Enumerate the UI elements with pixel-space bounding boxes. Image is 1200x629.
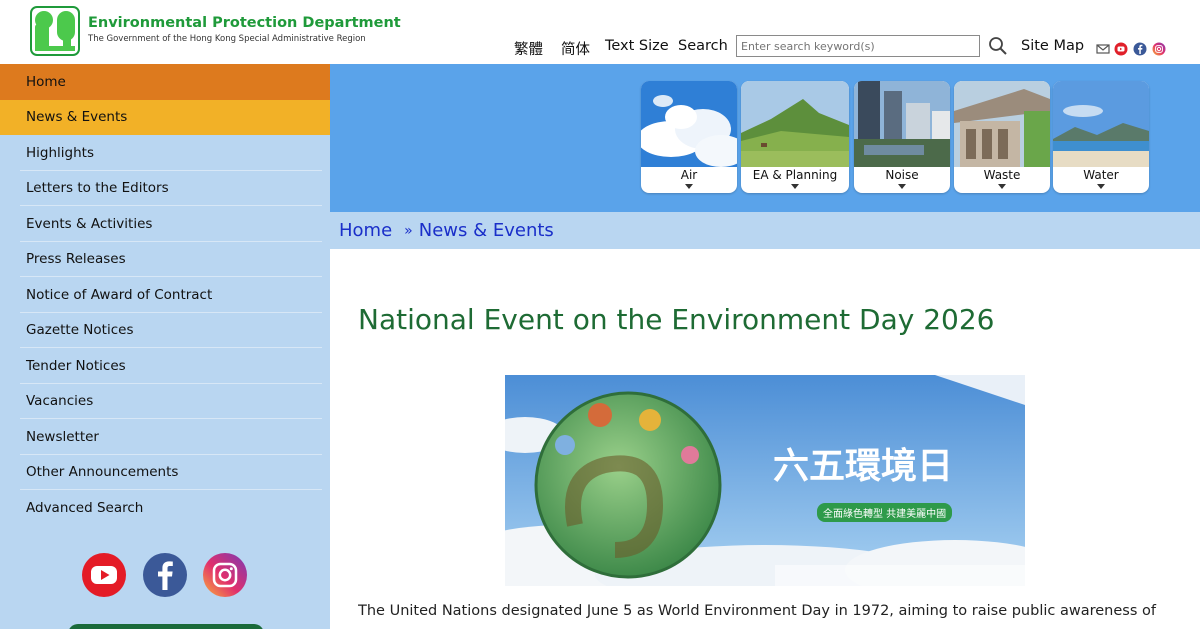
search-input[interactable] [736,35,980,57]
article-paragraph: The United Nations designated June 5 as … [358,603,1156,619]
breadcrumb-home[interactable]: Home [339,220,392,241]
sidebar-item-newsletter[interactable]: Newsletter [0,419,330,455]
sidebar-item-label: Letters to the Editors [26,180,169,197]
simplified-chinese-link[interactable]: 简体 [561,38,590,59]
water-image [1053,81,1149,167]
green-button-edge[interactable] [68,624,264,629]
poster-heading: 六五環境日 [773,445,954,487]
chevron-down-icon [898,184,906,189]
tile-air[interactable]: Air [641,81,737,193]
tile-waste[interactable]: Waste [954,81,1050,193]
tile-ea-planning[interactable]: EA & Planning [741,81,849,193]
breadcrumb-separator: » [404,222,413,239]
tile-label: Noise [885,168,919,182]
tile-label: EA & Planning [752,168,838,182]
ea-planning-image [741,81,849,167]
sidebar-item-letters-to-editors[interactable]: Letters to the Editors [0,171,330,206]
site-map-link[interactable]: Site Map [1021,38,1084,54]
sidebar-item-events-activities[interactable]: Events & Activities [0,206,330,242]
waste-image [954,81,1050,167]
sidebar-item-tender-notices[interactable]: Tender Notices [0,348,330,384]
noise-image [854,81,950,167]
breadcrumb-current[interactable]: News & Events [419,220,554,241]
sidebar-item-label: Newsletter [26,428,99,445]
sidebar-item-label: Gazette Notices [26,322,134,339]
sidebar-item-label: Home [26,73,66,90]
sidebar-item-vacancies[interactable]: Vacancies [0,384,330,419]
tile-water[interactable]: Water [1053,81,1149,193]
chevron-down-icon [998,184,1006,189]
text-size-button[interactable]: Text Size [605,38,669,54]
traditional-chinese-link[interactable]: 繁體 [514,38,543,59]
site-header: Environmental Protection Department The … [0,0,1200,64]
tile-label: Water [1083,168,1119,182]
page-title: National Event on the Environment Day 20… [358,303,995,336]
mail-icon[interactable] [1096,42,1110,56]
sidebar-item-highlights[interactable]: Highlights [0,135,330,171]
sidebar-item-label: Press Releases [26,251,126,268]
event-poster[interactable]: 六五環境日 全面綠色轉型 共建美麗中國 [505,375,1025,586]
search-icon[interactable] [988,36,1008,56]
instagram-icon[interactable] [1152,42,1166,56]
air-image [641,81,737,167]
sidebar-item-label: Advanced Search [26,499,144,516]
chevron-down-icon [791,184,799,189]
tile-label: Waste [983,168,1021,182]
breadcrumb: Home » News & Events [330,212,1200,249]
instagram-icon[interactable] [202,552,248,598]
sidebar-item-label: Notice of Award of Contract [26,286,213,303]
sidebar-item-label: News & Events [26,109,128,126]
sidebar-item-advanced-search[interactable]: Advanced Search [0,490,330,526]
facebook-icon[interactable] [142,552,188,598]
poster-subheading: 全面綠色轉型 共建美麗中國 [817,503,953,522]
sidebar-item-news-events[interactable]: News & Events [0,99,330,135]
tile-noise[interactable]: Noise [854,81,950,193]
search-label: Search [678,38,728,54]
sidebar-item-notice-award-contract[interactable]: Notice of Award of Contract [0,277,330,313]
tile-label: Air [680,168,698,182]
department-name: Environmental Protection Department [88,15,401,31]
facebook-icon[interactable] [1133,42,1147,56]
sidebar-item-label: Vacancies [26,393,94,410]
sidebar-item-press-releases[interactable]: Press Releases [0,242,330,277]
epd-logo[interactable] [30,6,80,56]
sidebar-item-other-announcements[interactable]: Other Announcements [0,455,330,490]
theme-banner: Air EA & Planning Noise Waste Water [330,64,1200,212]
sidebar-item-label: Events & Activities [26,215,153,232]
sidebar-item-label: Other Announcements [26,464,179,481]
chevron-down-icon [685,184,693,189]
government-name: The Government of the Hong Kong Special … [88,34,366,44]
sidebar-item-home[interactable]: Home [0,64,330,100]
chevron-down-icon [1097,184,1105,189]
sidebar: Home News & Events Highlights Letters to… [0,64,330,629]
youtube-icon[interactable] [1114,42,1128,56]
sidebar-item-label: Tender Notices [26,357,126,374]
sidebar-item-label: Highlights [26,144,94,161]
youtube-icon[interactable] [81,552,127,598]
sidebar-item-gazette-notices[interactable]: Gazette Notices [0,313,330,348]
